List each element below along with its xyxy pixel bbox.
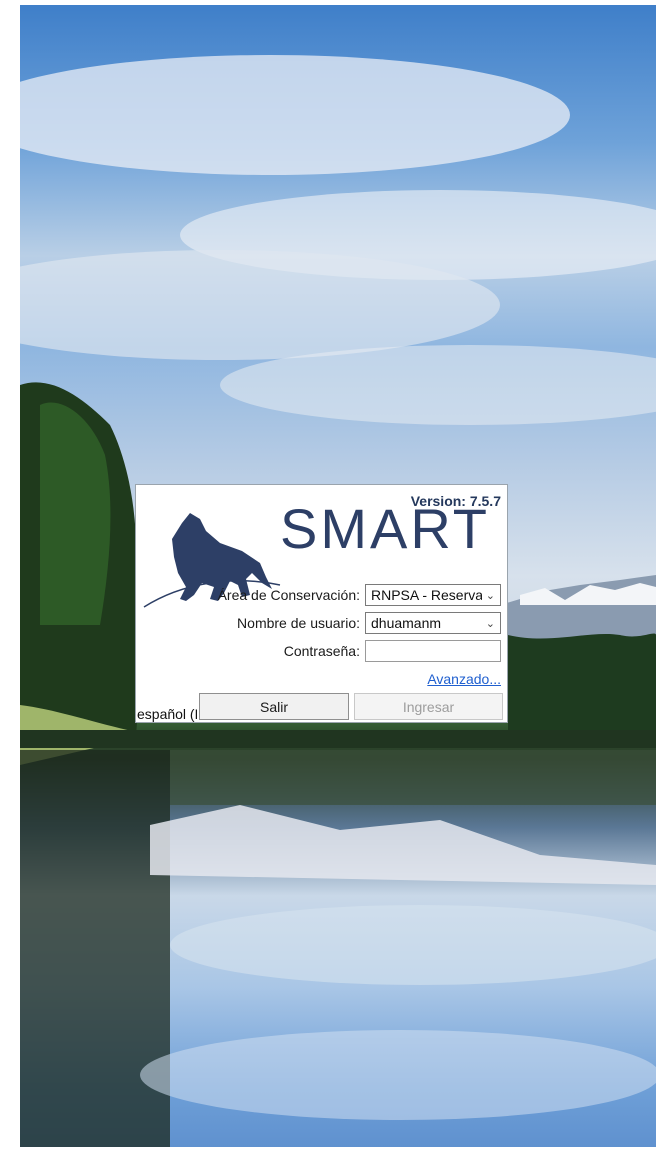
username-combo[interactable]: dhuamanm ⌄ bbox=[365, 612, 501, 634]
advanced-link[interactable]: Avanzado... bbox=[427, 671, 501, 687]
login-dialog: Version: 7.5.7 SMART Área de Conservació… bbox=[135, 484, 508, 723]
login-button[interactable]: Ingresar bbox=[354, 693, 503, 720]
username-label: Nombre de usuario: bbox=[237, 615, 360, 631]
conservation-area-row: Área de Conservación: RNPSA - Reserva N … bbox=[218, 583, 501, 607]
username-value: dhuamanm bbox=[371, 615, 442, 631]
chevron-down-icon: ⌄ bbox=[485, 589, 495, 602]
chevron-down-icon: ⌄ bbox=[485, 617, 495, 630]
conservation-area-value: RNPSA - Reserva N bbox=[371, 587, 482, 603]
password-label: Contraseña: bbox=[283, 643, 360, 659]
conservation-area-select[interactable]: RNPSA - Reserva N ⌄ bbox=[365, 584, 501, 606]
smart-logo-text: SMART bbox=[280, 497, 490, 560]
language-selector[interactable]: español (F bbox=[137, 706, 197, 722]
username-row: Nombre de usuario: dhuamanm ⌄ bbox=[237, 611, 501, 635]
password-field[interactable] bbox=[365, 640, 501, 662]
exit-button[interactable]: Salir bbox=[199, 693, 349, 720]
conservation-area-label: Área de Conservación: bbox=[217, 587, 360, 603]
password-row: Contraseña: bbox=[284, 639, 501, 663]
